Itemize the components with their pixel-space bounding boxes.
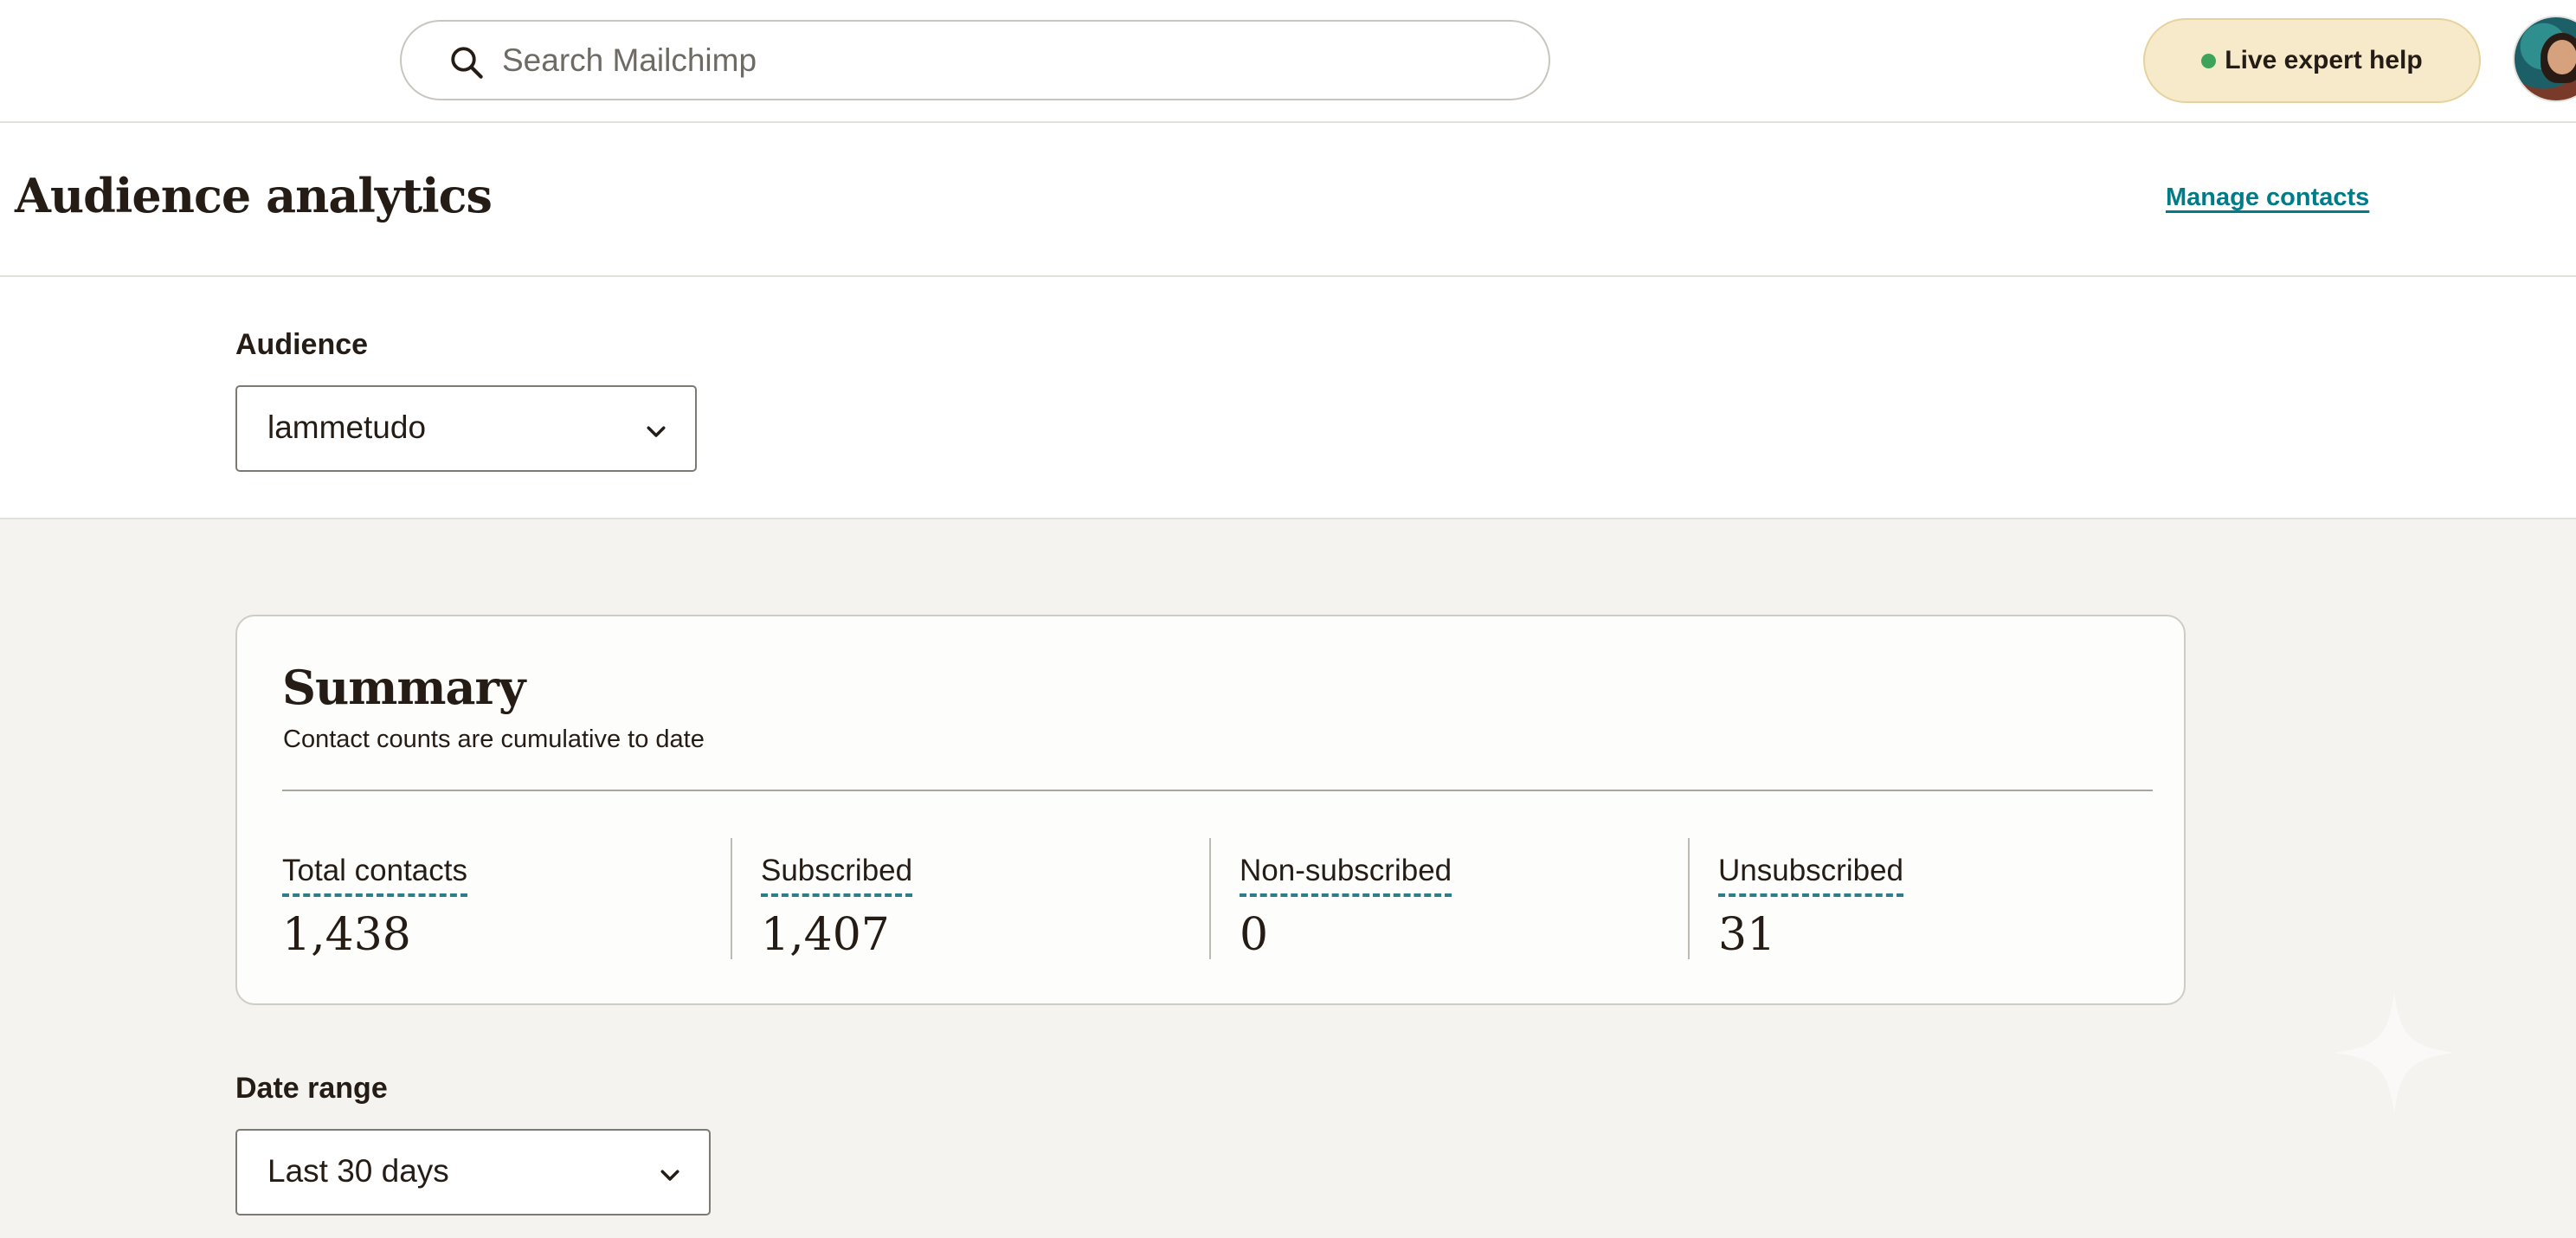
stat-value: 31	[1718, 909, 1776, 961]
chevron-down-icon	[660, 1170, 679, 1181]
stat-label[interactable]: Unsubscribed	[1718, 852, 1903, 897]
stat-label[interactable]: Non-subscribed	[1240, 852, 1452, 897]
date-range-selected-value: Last 30 days	[267, 1153, 449, 1189]
stat-value: 0	[1240, 909, 1269, 961]
sparkle-icon	[2333, 991, 2456, 1114]
page: Live expert help Audience analytics Mana…	[0, 0, 2576, 1238]
audience-section: Audience lammetudo	[0, 277, 2576, 519]
date-range-label: Date range	[235, 1072, 388, 1105]
search-icon	[451, 47, 483, 79]
page-title: Audience analytics	[15, 168, 493, 223]
stat-label[interactable]: Total contacts	[282, 852, 467, 897]
summary-title: Summary	[282, 660, 525, 715]
search-bar[interactable]	[400, 20, 1550, 100]
audience-label: Audience	[235, 328, 369, 361]
chevron-down-icon	[647, 426, 666, 437]
online-status-icon	[2201, 53, 2217, 68]
top-bar: Live expert help	[0, 0, 2576, 123]
user-avatar[interactable]	[2513, 16, 2576, 102]
stat-value: 1,438	[282, 909, 411, 961]
avatar-face	[2547, 40, 2576, 74]
page-header: Audience analytics Manage contacts	[0, 123, 2576, 277]
stat-separator	[731, 838, 732, 959]
summary-card: Summary Contact counts are cumulative to…	[235, 615, 2186, 1005]
stat-total-contacts: Total contacts 1,438	[282, 843, 732, 964]
summary-subtitle: Contact counts are cumulative to date	[283, 725, 705, 753]
audience-selected-value: lammetudo	[267, 409, 427, 445]
stat-value: 1,407	[761, 909, 890, 961]
live-expert-help-label: Live expert help	[2225, 46, 2423, 74]
search-input[interactable]	[502, 34, 1523, 87]
manage-contacts-link[interactable]: Manage contacts	[2166, 184, 2369, 212]
stat-separator	[1209, 838, 1211, 959]
analytics-content: Summary Contact counts are cumulative to…	[0, 519, 2576, 1238]
live-expert-help-button[interactable]: Live expert help	[2143, 18, 2481, 103]
audience-select[interactable]: lammetudo	[235, 385, 697, 472]
stat-separator	[1688, 838, 1690, 959]
date-range-select[interactable]: Last 30 days	[235, 1129, 711, 1215]
stat-subscribed: Subscribed 1,407	[761, 843, 1211, 964]
summary-divider	[282, 790, 2153, 791]
stat-non-subscribed: Non-subscribed 0	[1240, 843, 1690, 964]
stat-label[interactable]: Subscribed	[761, 852, 913, 897]
stat-unsubscribed: Unsubscribed 31	[1718, 843, 2168, 964]
